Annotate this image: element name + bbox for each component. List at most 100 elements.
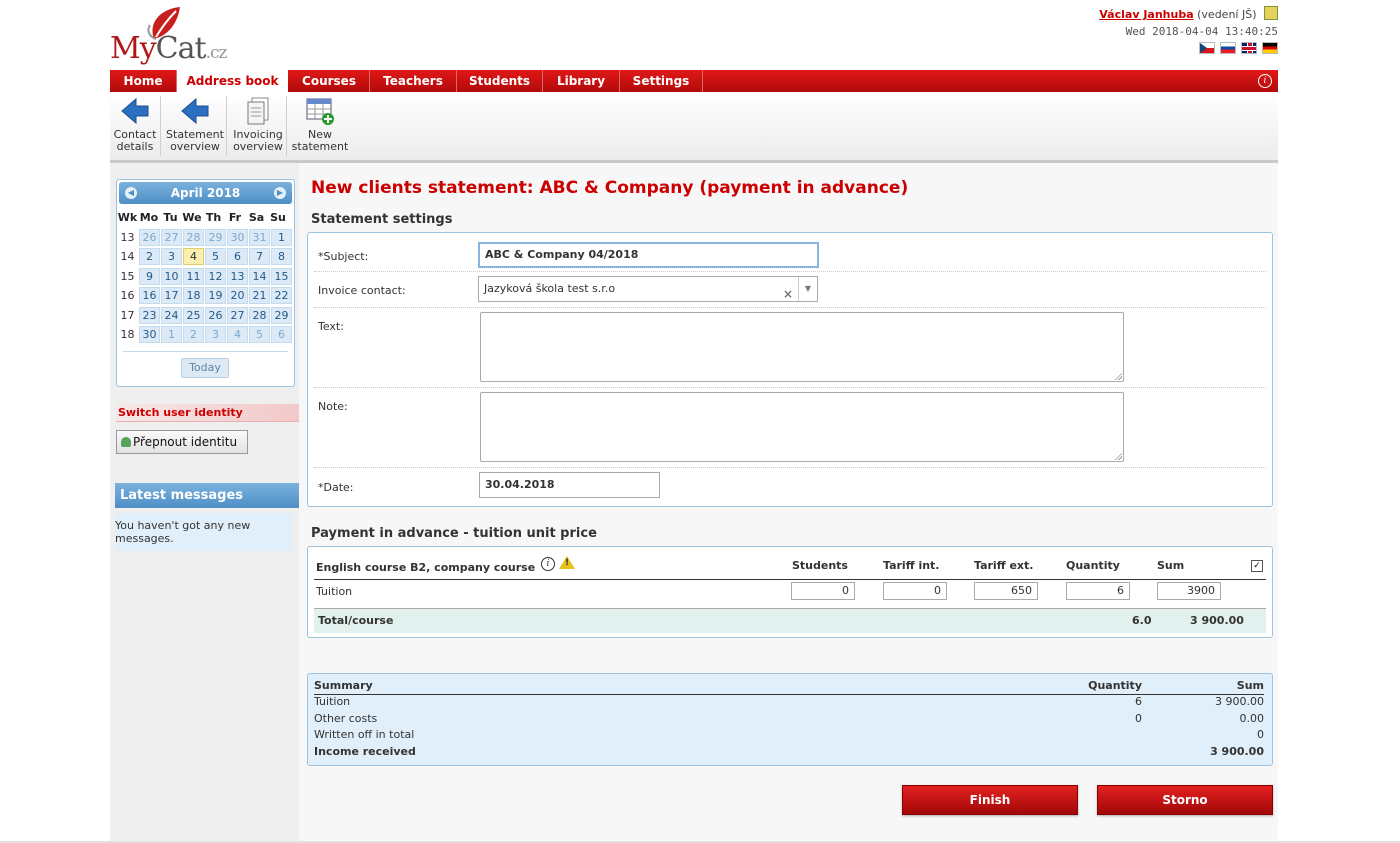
students-input[interactable]: 0 — [791, 582, 855, 600]
prev-month-icon[interactable]: ◀ — [125, 187, 137, 199]
calendar-day[interactable]: 31 — [249, 228, 270, 246]
logout-icon[interactable] — [1264, 6, 1278, 20]
calendar-day[interactable]: 3 — [205, 326, 226, 344]
user-info: Václav Janhuba (vedení JŠ) — [1099, 6, 1278, 21]
next-month-icon[interactable]: ▶ — [274, 187, 286, 199]
calendar-day[interactable]: 5 — [249, 326, 270, 344]
calendar-day[interactable]: 24 — [161, 306, 182, 324]
calendar-day[interactable]: 4 — [183, 248, 204, 266]
calendar-day[interactable]: 2 — [183, 326, 204, 344]
calendar-day[interactable]: 25 — [183, 306, 204, 324]
info-icon[interactable]: i — [1258, 74, 1272, 88]
calendar-day[interactable]: 30 — [139, 326, 160, 344]
new-table-icon — [306, 98, 334, 125]
calendar-day[interactable]: 21 — [249, 287, 270, 305]
language-flags — [1199, 42, 1278, 54]
row-label: Tuition — [316, 585, 353, 598]
logo[interactable]: MyCat.cz — [110, 5, 227, 67]
dropdown-arrow-icon[interactable]: ▼ — [798, 277, 817, 301]
calendar-day[interactable]: 15 — [271, 267, 292, 285]
calendar-day[interactable]: 10 — [161, 267, 182, 285]
calendar-day[interactable]: 28 — [183, 228, 204, 246]
select-all-checkbox[interactable]: ✓ — [1251, 560, 1263, 572]
sk-flag-icon[interactable] — [1220, 42, 1236, 54]
today-button[interactable]: Today — [181, 358, 229, 378]
invoicing-overview-button[interactable]: Invoicing overview — [230, 96, 287, 156]
calendar-weekday-header: Su — [270, 211, 286, 225]
nav-students[interactable]: Students — [457, 70, 543, 92]
invoice-contact-select[interactable]: Jazyková škola test s.r.o × ▼ — [478, 276, 818, 302]
switch-identity-button[interactable]: Přepnout identitu — [116, 430, 248, 454]
col-sum: Sum — [1157, 559, 1185, 572]
nav-courses[interactable]: Courses — [289, 70, 370, 92]
calendar-day[interactable]: 1 — [161, 326, 182, 344]
calendar-day[interactable]: 17 — [161, 287, 182, 305]
calendar-day[interactable]: 1 — [271, 228, 292, 246]
finish-button[interactable]: Finish — [902, 785, 1078, 815]
calendar-day[interactable]: 7 — [249, 248, 270, 266]
text-textarea[interactable] — [480, 312, 1124, 382]
calendar-day[interactable]: 12 — [205, 267, 226, 285]
calendar-day[interactable]: 20 — [227, 287, 248, 305]
calendar-day[interactable]: 6 — [271, 326, 292, 344]
date-label: *Date: — [318, 481, 354, 494]
gb-flag-icon[interactable] — [1241, 42, 1257, 54]
calendar-day[interactable]: 26 — [205, 306, 226, 324]
warning-icon: ! — [559, 556, 575, 569]
calendar-day[interactable]: 29 — [271, 306, 292, 324]
calendar-day[interactable]: 26 — [139, 228, 160, 246]
new-statement-label-2: statement — [291, 140, 349, 153]
calendar-day[interactable]: 29 — [205, 228, 226, 246]
calendar-day[interactable]: 8 — [271, 248, 292, 266]
calendar-day[interactable]: 13 — [227, 267, 248, 285]
nav-library[interactable]: Library — [543, 70, 620, 92]
calendar-day[interactable]: 27 — [227, 306, 248, 324]
calendar-day[interactable]: 4 — [227, 326, 248, 344]
de-flag-icon[interactable] — [1262, 42, 1278, 54]
calendar-day[interactable]: 22 — [271, 287, 292, 305]
clear-icon[interactable]: × — [783, 282, 793, 306]
resize-grip-icon[interactable] — [1114, 452, 1122, 460]
calendar-day[interactable]: 9 — [139, 267, 160, 285]
calendar-day[interactable]: 28 — [249, 306, 270, 324]
calendar-day[interactable]: 16 — [139, 287, 160, 305]
user-name-link[interactable]: Václav Janhuba — [1099, 8, 1193, 21]
cz-flag-icon[interactable] — [1199, 42, 1215, 54]
statement-overview-button[interactable]: Statement overview — [164, 96, 227, 156]
summary-row: Income received 3 900.00 — [314, 744, 1264, 760]
calendar-day[interactable]: 19 — [205, 287, 226, 305]
calendar-day[interactable]: 5 — [205, 248, 226, 266]
note-textarea[interactable] — [480, 392, 1124, 462]
nav-address-book[interactable]: Address book — [177, 70, 288, 94]
calendar-day[interactable]: 30 — [227, 228, 248, 246]
logo-cat: Cat — [155, 31, 207, 66]
calendar-day[interactable]: 2 — [139, 248, 160, 266]
nav-teachers[interactable]: Teachers — [370, 70, 457, 92]
info-icon[interactable]: i — [541, 557, 555, 571]
calendar-day[interactable]: 27 — [161, 228, 182, 246]
calendar-day[interactable]: 11 — [183, 267, 204, 285]
tariff-ext-input[interactable]: 650 — [974, 582, 1038, 600]
resize-grip-icon[interactable] — [1114, 372, 1122, 380]
storno-button[interactable]: Storno — [1097, 785, 1273, 815]
tariff-int-input[interactable]: 0 — [883, 582, 947, 600]
statement-settings-title: Statement settings — [311, 212, 453, 227]
nav-home[interactable]: Home — [110, 70, 177, 92]
subject-input[interactable]: ABC & Company 04/2018 — [478, 242, 819, 268]
calendar-week-number: 17 — [120, 308, 135, 322]
header-divider — [314, 579, 1266, 580]
payment-section-title: Payment in advance - tuition unit price — [311, 526, 597, 541]
calendar-day[interactable]: 23 — [139, 306, 160, 324]
quantity-input[interactable]: 6 — [1066, 582, 1130, 600]
date-input[interactable]: 30.04.2018 — [479, 472, 660, 498]
sum-input[interactable]: 3900 — [1157, 582, 1221, 600]
calendar-day[interactable]: 6 — [227, 248, 248, 266]
new-statement-button[interactable]: New statement — [290, 96, 350, 156]
calendar-day[interactable]: 18 — [183, 287, 204, 305]
nav-settings[interactable]: Settings — [620, 70, 703, 92]
back-arrow-icon — [181, 97, 209, 125]
contact-details-button[interactable]: Contact details — [110, 96, 161, 156]
calendar-day[interactable]: 3 — [161, 248, 182, 266]
calendar-day[interactable]: 14 — [249, 267, 270, 285]
calendar-week-number: 18 — [120, 328, 135, 342]
